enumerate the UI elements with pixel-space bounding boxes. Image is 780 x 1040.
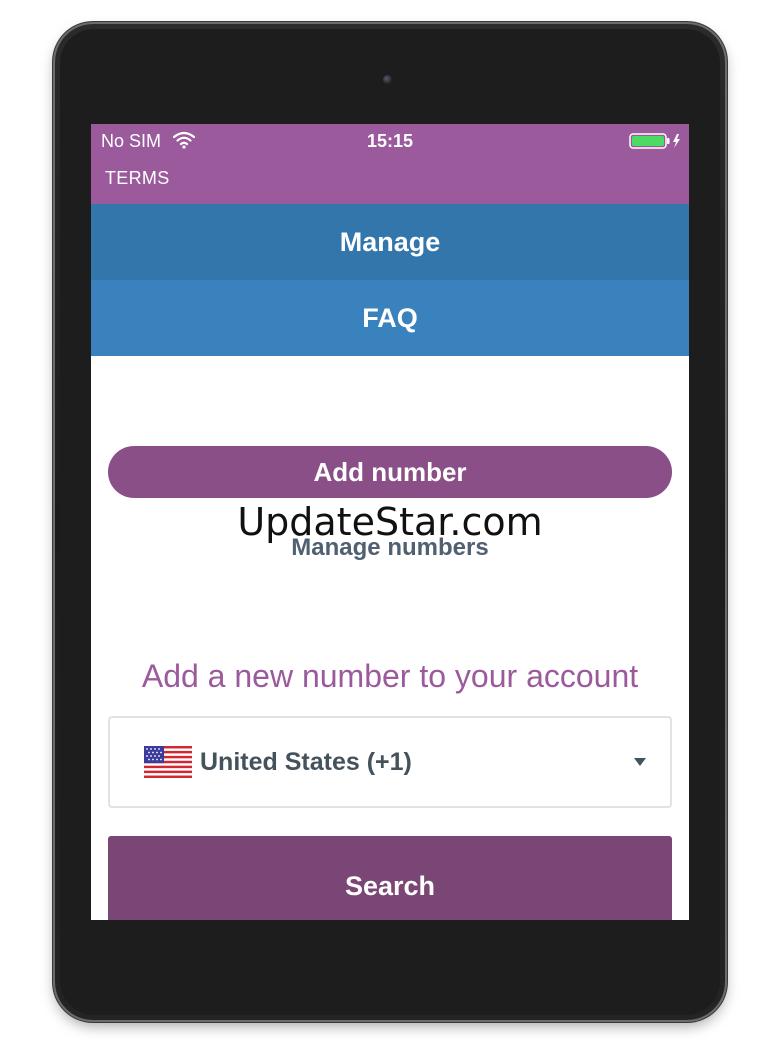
terms-link[interactable]: TERMS <box>105 168 170 189</box>
chevron-down-icon <box>634 758 646 766</box>
page: No SIM 15:15 TERMS Manage FAQ Add number… <box>0 0 780 1040</box>
camera-icon <box>383 75 392 84</box>
battery-charging-icon <box>629 133 680 149</box>
clock-label: 15:15 <box>366 131 414 151</box>
menu-item-faq[interactable]: FAQ <box>91 280 689 356</box>
top-nav-bar: TERMS <box>91 158 689 204</box>
app-screen: No SIM 15:15 TERMS Manage FAQ Add number… <box>91 124 689 920</box>
country-select-value: United States (+1) <box>200 748 412 776</box>
main-content: Add number Manage numbers Add a new numb… <box>91 356 689 920</box>
menu-item-manage[interactable]: Manage <box>91 204 689 280</box>
status-bar: No SIM 15:15 <box>91 124 689 158</box>
manage-numbers-link[interactable]: Manage numbers <box>91 534 689 562</box>
search-button[interactable]: Search <box>108 836 672 920</box>
country-select[interactable]: United States (+1) <box>108 716 672 808</box>
add-number-heading: Add a new number to your account <box>141 658 639 694</box>
add-number-button[interactable]: Add number <box>108 446 672 498</box>
us-flag-icon <box>144 746 192 778</box>
